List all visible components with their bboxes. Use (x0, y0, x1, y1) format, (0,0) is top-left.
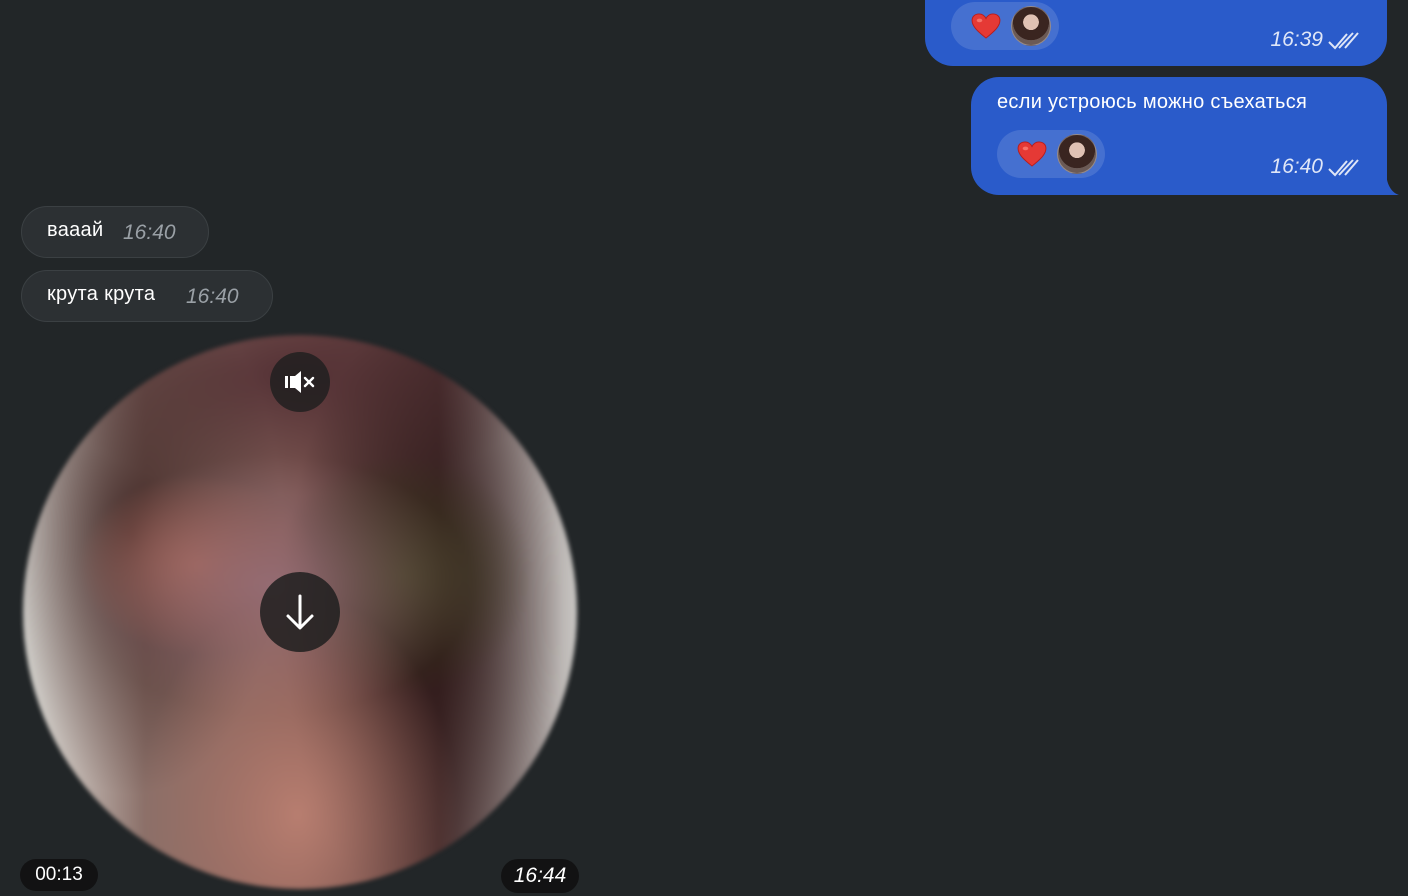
reaction-chip[interactable] (997, 130, 1105, 178)
outgoing-message[interactable]: 16:39 (925, 0, 1387, 66)
message-time: 16:40 (186, 285, 239, 308)
outgoing-message[interactable]: если устроюсь можно съехаться 16:40 (971, 77, 1387, 195)
message-text: если устроюсь можно съехаться (997, 91, 1308, 113)
double-check-icon (1328, 159, 1359, 177)
incoming-message[interactable]: вааай 16:40 (21, 206, 209, 258)
reactor-avatar (1057, 134, 1097, 174)
incoming-message[interactable]: крута крута 16:40 (21, 270, 273, 322)
reactor-avatar (1011, 6, 1051, 46)
message-text: крута крута (47, 283, 156, 305)
video-duration: 00:13 (20, 859, 98, 891)
chat-area: 16:39 если устроюсь можно съехаться 16:4… (0, 0, 1408, 896)
bubble-tail (1378, 170, 1399, 195)
message-time: 16:39 (1270, 28, 1323, 51)
reaction-chip[interactable] (951, 2, 1059, 50)
message-meta: 16:39 (1270, 28, 1323, 52)
heart-icon (971, 13, 1001, 39)
video-time: 16:44 (501, 859, 579, 893)
download-button[interactable] (260, 572, 340, 652)
message-time: 16:40 (123, 221, 176, 244)
message-time: 16:40 (1270, 155, 1323, 178)
double-check-icon (1328, 32, 1359, 50)
message-meta: 16:40 (1270, 155, 1323, 179)
heart-icon (1017, 141, 1047, 167)
mute-button[interactable] (270, 352, 330, 412)
arrow-down-icon (286, 594, 314, 630)
speaker-muted-icon (285, 371, 315, 393)
message-text: вааай (47, 219, 104, 241)
